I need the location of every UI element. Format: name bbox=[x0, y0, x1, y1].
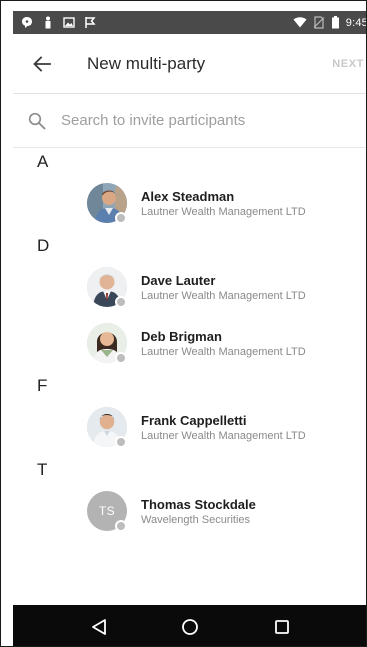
contact-company: Lautner Wealth Management LTD bbox=[141, 430, 306, 442]
status-left-icons bbox=[21, 16, 96, 29]
app-bar: New multi-party NEXT bbox=[13, 34, 366, 94]
avatar bbox=[87, 267, 129, 309]
section-header-d: D bbox=[37, 236, 50, 255]
contact-info: Dave Lauter Lautner Wealth Management LT… bbox=[141, 272, 306, 304]
presence-indicator bbox=[115, 520, 127, 532]
presence-indicator bbox=[115, 296, 127, 308]
next-button[interactable]: NEXT bbox=[332, 58, 366, 70]
back-button[interactable] bbox=[13, 34, 71, 94]
system-nav-bar bbox=[13, 605, 366, 646]
avatar: TS bbox=[87, 491, 129, 533]
nav-home-button[interactable] bbox=[175, 612, 205, 642]
contact-row-deb-brigman[interactable]: Deb Brigman Lautner Wealth Management LT… bbox=[13, 316, 366, 372]
search-bar bbox=[13, 94, 366, 148]
phone-screen: 9:45 New multi-party NEXT Search to invi… bbox=[13, 11, 367, 646]
search-input[interactable] bbox=[61, 112, 341, 129]
wifi-icon bbox=[293, 17, 307, 28]
section-header-f: F bbox=[37, 376, 48, 395]
contact-row-alex-steadman[interactable]: Alex Steadman Lautner Wealth Management … bbox=[13, 176, 366, 232]
search-icon-container bbox=[13, 112, 61, 130]
arrow-back-icon bbox=[33, 55, 51, 72]
presence-indicator bbox=[115, 352, 127, 364]
contact-info: Alex Steadman Lautner Wealth Management … bbox=[141, 188, 306, 220]
status-right-icons: 9:45 bbox=[293, 16, 367, 29]
person-icon bbox=[45, 16, 51, 29]
no-sim-icon bbox=[313, 16, 325, 29]
battery-icon bbox=[331, 16, 339, 29]
contact-name: Frank Cappelletti bbox=[141, 413, 247, 428]
status-time: 9:45 bbox=[345, 16, 367, 29]
nav-recents-button[interactable] bbox=[267, 612, 297, 642]
image-icon bbox=[63, 17, 75, 28]
section-header-a: A bbox=[37, 152, 49, 171]
contact-info: Deb Brigman Lautner Wealth Management LT… bbox=[141, 328, 306, 360]
avatar bbox=[87, 183, 129, 225]
search-icon bbox=[28, 112, 46, 129]
contact-name: Thomas Stockdale bbox=[141, 497, 256, 512]
contact-company: Lautner Wealth Management LTD bbox=[141, 346, 306, 358]
avatar bbox=[87, 407, 129, 449]
check-flag-icon bbox=[85, 17, 96, 28]
recents-square-icon bbox=[275, 619, 290, 634]
status-bar: 9:45 bbox=[13, 11, 367, 34]
screenshot-frame: 9:45 New multi-party NEXT Search to invi… bbox=[0, 0, 367, 647]
contact-company: Wavelength Securities bbox=[141, 514, 251, 526]
home-circle-icon bbox=[182, 618, 199, 635]
avatar bbox=[87, 323, 129, 365]
back-triangle-icon bbox=[91, 618, 106, 635]
contact-info: Thomas Stockdale Wavelength Securities bbox=[141, 496, 256, 528]
chat-bubble-icon bbox=[22, 17, 32, 28]
contact-company: Lautner Wealth Management LTD bbox=[141, 290, 306, 302]
contact-row-frank-cappelletti[interactable]: Frank Cappelletti Lautner Wealth Managem… bbox=[13, 400, 366, 456]
contact-name: Dave Lauter bbox=[141, 273, 216, 288]
nav-back-button[interactable] bbox=[84, 612, 114, 642]
contact-row-dave-lauter[interactable]: Dave Lauter Lautner Wealth Management LT… bbox=[13, 260, 366, 316]
contact-info: Frank Cappelletti Lautner Wealth Managem… bbox=[141, 412, 306, 444]
contact-name: Deb Brigman bbox=[141, 329, 222, 344]
presence-indicator bbox=[115, 436, 127, 448]
contact-company: Lautner Wealth Management LTD bbox=[141, 206, 306, 218]
contact-row-thomas-stockdale[interactable]: TS Thomas Stockdale Wavelength Securitie… bbox=[13, 484, 366, 540]
contact-list: A Alex Steadman Lautner Wealth Managemen… bbox=[13, 148, 366, 540]
presence-indicator bbox=[115, 212, 127, 224]
page-title: New multi-party bbox=[87, 53, 206, 73]
section-header-t: T bbox=[37, 460, 48, 479]
contact-name: Alex Steadman bbox=[141, 189, 235, 204]
